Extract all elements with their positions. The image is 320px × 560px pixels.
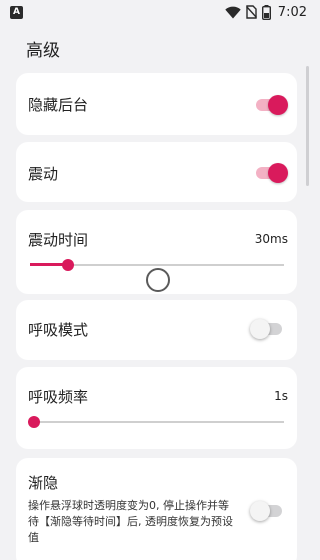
vibration-switch[interactable] <box>254 163 288 183</box>
breathing-frequency-label: 呼吸频率 <box>28 388 89 406</box>
switch-thumb <box>250 501 270 521</box>
fade-description: 操作悬浮球时透明度变为0, 停止操作并等待【渐隐等待时间】后, 透明度恢复为预设… <box>28 499 233 544</box>
vibration-time-label: 震动时间 <box>28 231 89 249</box>
fade-label: 渐隐 <box>28 474 59 492</box>
breathing-frequency-value: 1s <box>274 389 288 403</box>
vibration-time-value: 30ms <box>254 232 288 246</box>
card-vibration[interactable]: 震动 <box>16 142 297 202</box>
battery-icon <box>261 4 271 20</box>
hide-background-switch[interactable] <box>254 95 288 115</box>
card-breathing-mode[interactable]: 呼吸模式 <box>16 300 297 360</box>
scrollbar[interactable] <box>306 66 309 186</box>
breathing-mode-label: 呼吸模式 <box>28 321 89 339</box>
card-hide-background[interactable]: 隐藏后台 <box>16 73 297 135</box>
fade-switch[interactable] <box>250 501 284 521</box>
app-notification-icon: A <box>10 5 23 19</box>
breathing-frequency-slider[interactable] <box>28 413 284 431</box>
switch-thumb <box>268 163 288 183</box>
status-bar: A 7:02 <box>0 0 315 24</box>
vibration-label: 震动 <box>28 165 59 183</box>
page-title: 高级 <box>26 41 60 61</box>
switch-thumb <box>268 95 288 115</box>
status-right: 7:02 <box>225 4 307 20</box>
card-fade[interactable]: 渐隐 操作悬浮球时透明度变为0, 停止操作并等待【渐隐等待时间】后, 透明度恢复… <box>16 458 297 560</box>
slider-thumb[interactable] <box>28 416 40 428</box>
breathing-mode-switch[interactable] <box>250 319 284 339</box>
status-left: A <box>10 5 23 19</box>
hide-background-label: 隐藏后台 <box>28 96 89 114</box>
switch-thumb <box>250 319 270 339</box>
wifi-icon <box>225 6 241 19</box>
slider-thumb[interactable] <box>62 259 75 271</box>
no-sim-icon <box>245 5 257 19</box>
slider-rail <box>30 421 284 423</box>
status-time: 7:02 <box>277 4 307 20</box>
touch-indicator <box>146 268 170 292</box>
card-breathing-frequency: 呼吸频率 1s <box>16 367 297 449</box>
